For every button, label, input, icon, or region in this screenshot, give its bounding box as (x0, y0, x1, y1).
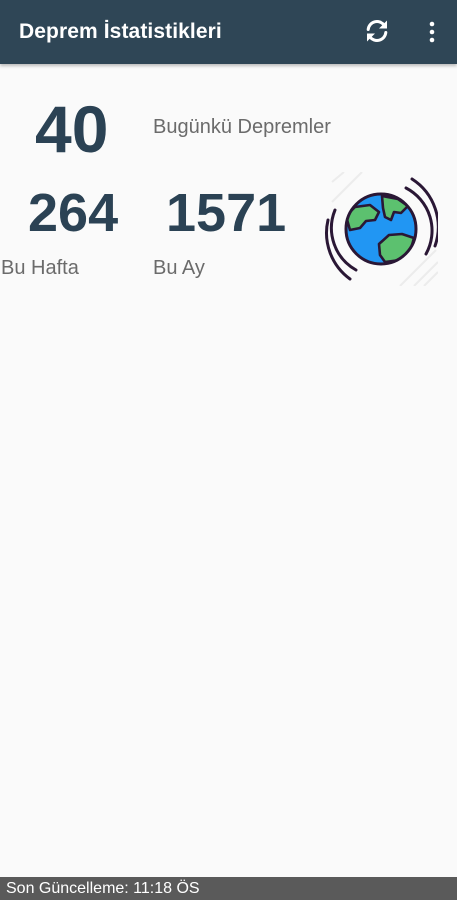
week-count: 264 (28, 183, 119, 243)
more-vert-icon (429, 21, 435, 43)
month-count: 1571 (166, 183, 287, 243)
week-label: Bu Hafta (1, 257, 79, 279)
today-count: 40 (35, 92, 109, 166)
last-update-text: Son Güncelleme: 11:18 ÖS (6, 880, 200, 897)
month-label: Bu Ay (153, 257, 205, 279)
earth-globe-icon (324, 171, 440, 287)
app-bar: Deprem İstatistikleri (0, 0, 457, 64)
app-title: Deprem İstatistikleri (19, 20, 222, 43)
refresh-button[interactable] (361, 15, 393, 47)
today-label: Bugünkü Depremler (153, 116, 331, 138)
status-bar: Son Güncelleme: 11:18 ÖS (0, 877, 457, 900)
overflow-menu-button[interactable] (422, 17, 442, 47)
refresh-icon (366, 20, 388, 42)
